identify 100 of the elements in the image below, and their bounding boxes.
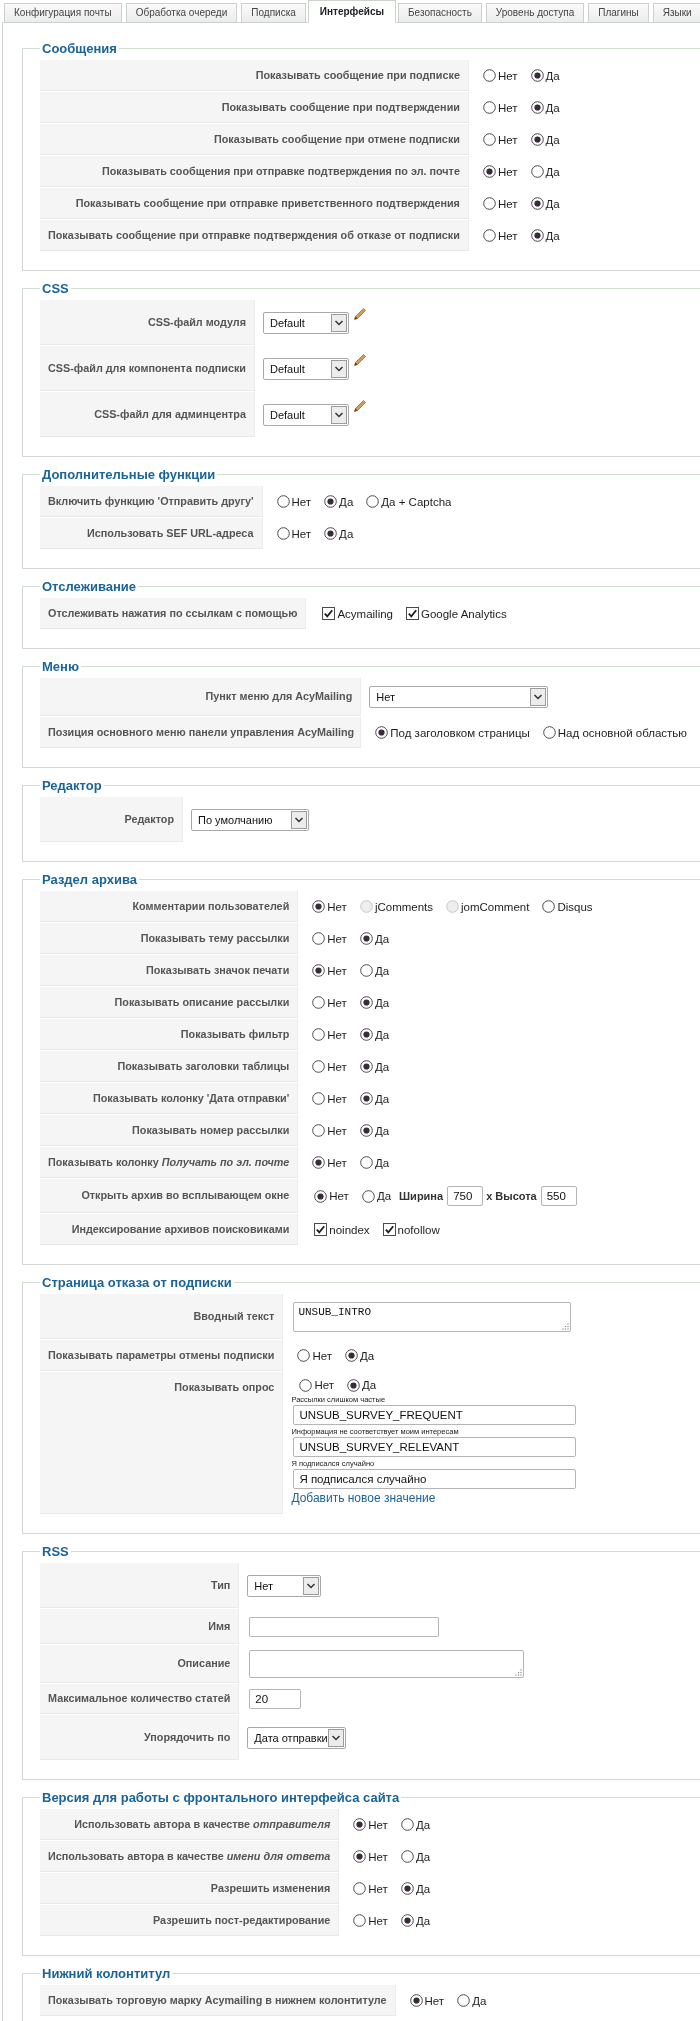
option-label: Да [415, 1849, 431, 1864]
radio-button[interactable] [312, 996, 326, 1009]
dropdown[interactable]: Default [262, 311, 349, 334]
radio-button[interactable] [530, 101, 544, 114]
radio-button[interactable] [324, 527, 338, 540]
add-value-link[interactable]: Добавить новое значение [291, 1491, 436, 1505]
setting-label: CSS-файл для компонента подписки [40, 346, 255, 391]
radio-button[interactable] [276, 527, 290, 540]
tab[interactable]: Языки [652, 3, 700, 23]
option-label: Нет [497, 132, 518, 147]
radio-button[interactable] [312, 1060, 326, 1073]
resize-grip-icon[interactable] [562, 1322, 570, 1330]
pencil-icon[interactable] [352, 398, 367, 413]
text-field[interactable]: UNSUB_SURVEY_RELEVANT [293, 1437, 577, 1457]
option-label: Да [361, 1378, 377, 1392]
option-label: nofollow [397, 1222, 440, 1237]
radio-button[interactable] [366, 495, 380, 508]
radio-button[interactable] [353, 1818, 367, 1831]
radio-button[interactable] [482, 197, 496, 210]
radio-button[interactable] [344, 1349, 358, 1362]
tab[interactable]: Конфигурация почты [4, 3, 122, 23]
radio-button[interactable] [530, 133, 544, 146]
radio-button[interactable] [530, 165, 544, 178]
radio-button[interactable] [312, 1124, 326, 1137]
radio-button[interactable] [312, 1092, 326, 1105]
radio-button[interactable] [482, 101, 496, 114]
radio-button[interactable] [312, 1156, 326, 1169]
resize-grip-icon[interactable] [515, 1669, 523, 1676]
radio-button[interactable] [400, 1914, 414, 1927]
radio-button[interactable] [482, 229, 496, 242]
section-title: Сообщения [41, 41, 118, 56]
tab[interactable]: Подписка [241, 3, 306, 23]
radio-button[interactable] [346, 1378, 360, 1392]
setting-label: Открыть архив во всплывающем окне [40, 1179, 299, 1213]
dropdown[interactable]: Default [262, 357, 349, 380]
radio-button[interactable] [482, 133, 496, 146]
radio-button[interactable] [312, 900, 326, 913]
option-label: Нет [368, 1881, 388, 1896]
radio-button[interactable] [542, 900, 556, 913]
radio-button[interactable] [400, 1850, 414, 1863]
radio-button[interactable] [359, 1060, 373, 1073]
text-field[interactable]: 20 [249, 1689, 302, 1709]
radio-button[interactable] [530, 197, 544, 210]
radio-button[interactable] [359, 1092, 373, 1105]
dropdown[interactable]: По умолчанию [191, 808, 309, 831]
radio-button[interactable] [353, 1882, 367, 1895]
tab[interactable]: Обработка очереди [125, 3, 238, 23]
tab[interactable]: Безопасность [398, 3, 482, 23]
checkbox[interactable] [322, 607, 336, 620]
text-field[interactable]: 550 [540, 1186, 577, 1206]
dropdown[interactable]: Нет [369, 686, 549, 708]
radio-button[interactable] [312, 932, 326, 945]
radio-button[interactable] [353, 1850, 367, 1863]
radio-button[interactable] [297, 1349, 311, 1362]
checkbox[interactable] [314, 1223, 328, 1236]
checkbox[interactable] [382, 1223, 396, 1236]
radio-button[interactable] [312, 1028, 326, 1041]
text-field[interactable]: 750 [447, 1186, 484, 1206]
pencil-icon[interactable] [352, 352, 367, 367]
radio-button[interactable] [299, 1378, 313, 1392]
radio-button[interactable] [359, 932, 373, 945]
radio-button[interactable] [457, 1994, 471, 2007]
option-label: Нет [497, 196, 518, 211]
tab[interactable]: Интерфейсы [307, 0, 397, 23]
radio-button[interactable] [409, 1994, 423, 2007]
radio-button[interactable] [482, 165, 496, 178]
radio-button[interactable] [530, 229, 544, 242]
option-label: Нет [497, 68, 518, 83]
radio-button[interactable] [359, 996, 373, 1009]
radio-button[interactable] [314, 1189, 328, 1203]
radio-button[interactable] [359, 1028, 373, 1041]
dropdown[interactable]: Default [262, 403, 349, 426]
setting-label: Описание [40, 1645, 240, 1683]
tab[interactable]: Плагины [588, 3, 649, 23]
radio-button[interactable] [359, 1124, 373, 1137]
radio-button[interactable] [530, 69, 544, 82]
text-field[interactable]: Я подписался случайно [293, 1469, 577, 1489]
radio-button[interactable] [400, 1882, 414, 1895]
radio-button[interactable] [324, 495, 338, 508]
radio-button[interactable] [353, 1914, 367, 1927]
radio-button[interactable] [359, 964, 373, 977]
radio-button[interactable] [312, 964, 326, 977]
radio-button[interactable] [361, 1189, 375, 1203]
checkbox[interactable] [406, 607, 419, 620]
dropdown[interactable]: Дата отправки [247, 1726, 347, 1749]
setting-label: Использовать автора в качестве имени для ответа [40, 1841, 340, 1872]
section-title: Версия для работы с фронтального интерфейса сайта [41, 1790, 401, 1805]
text-field[interactable]: UNSUB_SURVEY_FREQUENT [293, 1405, 577, 1425]
radio-button[interactable] [542, 726, 556, 739]
radio-button[interactable] [400, 1818, 414, 1831]
setting-label: Вводный текст [40, 1294, 284, 1339]
pencil-icon[interactable] [352, 306, 367, 321]
text-area[interactable]: UNSUB_INTRO [293, 1301, 572, 1332]
radio-button[interactable] [482, 69, 496, 82]
radio-button[interactable] [375, 726, 389, 739]
text-field[interactable] [249, 1616, 440, 1637]
radio-button[interactable] [276, 495, 290, 508]
radio-button[interactable] [359, 1156, 373, 1169]
tab[interactable]: Уровень доступа [485, 3, 585, 23]
dropdown[interactable]: Нет [247, 1574, 322, 1597]
